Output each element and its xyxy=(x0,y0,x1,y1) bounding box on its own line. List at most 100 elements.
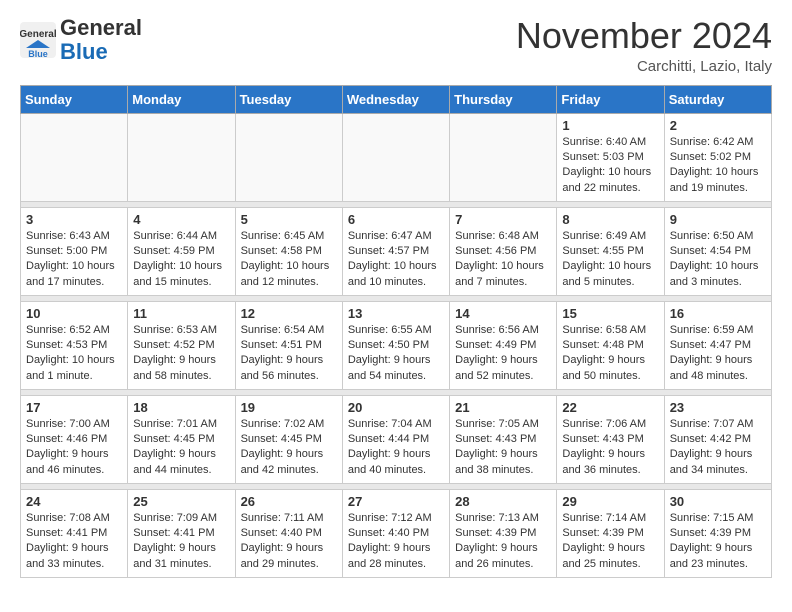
day-number-w3-d1: 18 xyxy=(133,400,229,415)
day-cell-w3-d1: 18 Sunrise: 7:01 AMSunset: 4:45 PMDayligh… xyxy=(128,395,235,483)
col-friday: Friday xyxy=(557,85,664,113)
month-title: November 2024 xyxy=(516,16,772,56)
day-cell-w2-d4: 14Sunrise: 6:56 AMSunset: 4:49 PMDayligh… xyxy=(450,301,557,389)
day-cell-w3-d6: 23 Sunrise: 7:07 AMSunset: 4:42 PMDayligh… xyxy=(664,395,771,483)
day-info-w2-d1: Sunrise: 6:53 AMSunset: 4:52 PMDaylight:… xyxy=(133,323,229,385)
svg-text:General: General xyxy=(20,29,56,40)
day-number-w3-d5: 22 xyxy=(562,400,658,415)
day-cell-w1-d6: 9Sunrise: 6:50 AMSunset: 4:54 PMDaylight… xyxy=(664,207,771,295)
day-info-w0-d5: Sunrise: 6:40 AMSunset: 5:03 PMDaylight:… xyxy=(562,135,658,197)
page: General Blue GeneralBlue November 2024 C… xyxy=(0,0,792,598)
day-info-w3-d1: Sunrise: 7:01 AMSunset: 4:45 PMDaylight:… xyxy=(133,417,229,479)
day-number-w3-d4: 21 xyxy=(455,400,551,415)
calendar-header-row: Sunday Monday Tuesday Wednesday Thursday… xyxy=(21,85,772,113)
week-row-0: 1 Sunrise: 6:40 AMSunset: 5:03 PMDaylight… xyxy=(21,113,772,201)
day-cell-w0-d1 xyxy=(128,113,235,201)
day-number-w1-d1: 4 xyxy=(133,212,229,227)
day-number-w1-d2: 5 xyxy=(241,212,337,227)
day-cell-w4-d0: 24Sunrise: 7:08 AMSunset: 4:41 PMDayligh… xyxy=(21,489,128,577)
day-info-w1-d2: Sunrise: 6:45 AMSunset: 4:58 PMDaylight:… xyxy=(241,229,337,291)
week-row-3: 17 Sunrise: 7:00 AMSunset: 4:46 PMDayligh… xyxy=(21,395,772,483)
day-cell-w0-d0 xyxy=(21,113,128,201)
day-number-w4-d3: 27 xyxy=(348,494,444,509)
day-info-w4-d2: Sunrise: 7:11 AMSunset: 4:40 PMDaylight:… xyxy=(241,511,337,573)
day-number-w2-d1: 11 xyxy=(133,306,229,321)
day-cell-w0-d3 xyxy=(342,113,449,201)
day-number-w4-d6: 30 xyxy=(670,494,766,509)
day-cell-w0-d6: 2 Sunrise: 6:42 AMSunset: 5:02 PMDaylight… xyxy=(664,113,771,201)
day-info-w2-d5: Sunrise: 6:58 AMSunset: 4:48 PMDaylight:… xyxy=(562,323,658,385)
day-cell-w4-d4: 28Sunrise: 7:13 AMSunset: 4:39 PMDayligh… xyxy=(450,489,557,577)
day-info-w3-d6: Sunrise: 7:07 AMSunset: 4:42 PMDaylight:… xyxy=(670,417,766,479)
day-info-w2-d3: Sunrise: 6:55 AMSunset: 4:50 PMDaylight:… xyxy=(348,323,444,385)
svg-text:Blue: Blue xyxy=(28,49,48,58)
day-info-w3-d2: Sunrise: 7:02 AMSunset: 4:45 PMDaylight:… xyxy=(241,417,337,479)
day-number-w0-d6: 2 xyxy=(670,118,766,133)
day-number-w1-d5: 8 xyxy=(562,212,658,227)
week-row-4: 24Sunrise: 7:08 AMSunset: 4:41 PMDayligh… xyxy=(21,489,772,577)
day-cell-w1-d2: 5 Sunrise: 6:45 AMSunset: 4:58 PMDaylight… xyxy=(235,207,342,295)
day-number-w0-d5: 1 xyxy=(562,118,658,133)
location: Carchitti, Lazio, Italy xyxy=(516,58,772,75)
week-row-1: 3 Sunrise: 6:43 AMSunset: 5:00 PMDaylight… xyxy=(21,207,772,295)
day-number-w3-d6: 23 xyxy=(670,400,766,415)
day-info-w2-d0: Sunrise: 6:52 AMSunset: 4:53 PMDaylight:… xyxy=(26,323,122,385)
day-number-w1-d4: 7 xyxy=(455,212,551,227)
day-cell-w4-d1: 25Sunrise: 7:09 AMSunset: 4:41 PMDayligh… xyxy=(128,489,235,577)
day-cell-w0-d2 xyxy=(235,113,342,201)
logo-icon: General Blue xyxy=(20,22,56,58)
day-number-w1-d0: 3 xyxy=(26,212,122,227)
col-wednesday: Wednesday xyxy=(342,85,449,113)
day-number-w4-d5: 29 xyxy=(562,494,658,509)
col-saturday: Saturday xyxy=(664,85,771,113)
day-cell-w4-d6: 30 Sunrise: 7:15 AMSunset: 4:39 PMDayligh… xyxy=(664,489,771,577)
day-cell-w1-d3: 6Sunrise: 6:47 AMSunset: 4:57 PMDaylight… xyxy=(342,207,449,295)
day-number-w3-d2: 19 xyxy=(241,400,337,415)
day-number-w4-d1: 25 xyxy=(133,494,229,509)
title-area: November 2024 Carchitti, Lazio, Italy xyxy=(516,16,772,75)
day-cell-w2-d6: 16 Sunrise: 6:59 AMSunset: 4:47 PMDayligh… xyxy=(664,301,771,389)
day-info-w2-d4: Sunrise: 6:56 AMSunset: 4:49 PMDaylight:… xyxy=(455,323,551,385)
day-cell-w3-d4: 21 Sunrise: 7:05 AMSunset: 4:43 PMDayligh… xyxy=(450,395,557,483)
day-cell-w0-d4 xyxy=(450,113,557,201)
day-number-w1-d3: 6 xyxy=(348,212,444,227)
day-info-w2-d6: Sunrise: 6:59 AMSunset: 4:47 PMDaylight:… xyxy=(670,323,766,385)
day-number-w1-d6: 9 xyxy=(670,212,766,227)
day-cell-w1-d4: 7Sunrise: 6:48 AMSunset: 4:56 PMDaylight… xyxy=(450,207,557,295)
week-row-2: 10 Sunrise: 6:52 AMSunset: 4:53 PMDayligh… xyxy=(21,301,772,389)
day-cell-w1-d1: 4 Sunrise: 6:44 AMSunset: 4:59 PMDaylight… xyxy=(128,207,235,295)
day-info-w3-d0: Sunrise: 7:00 AMSunset: 4:46 PMDaylight:… xyxy=(26,417,122,479)
day-number-w3-d0: 17 xyxy=(26,400,122,415)
day-number-w2-d6: 16 xyxy=(670,306,766,321)
logo-area: General Blue GeneralBlue xyxy=(20,16,142,64)
day-info-w0-d6: Sunrise: 6:42 AMSunset: 5:02 PMDaylight:… xyxy=(670,135,766,197)
header: General Blue GeneralBlue November 2024 C… xyxy=(20,16,772,75)
day-cell-w3-d2: 19 Sunrise: 7:02 AMSunset: 4:45 PMDayligh… xyxy=(235,395,342,483)
day-cell-w1-d0: 3 Sunrise: 6:43 AMSunset: 5:00 PMDaylight… xyxy=(21,207,128,295)
day-cell-w2-d3: 13Sunrise: 6:55 AMSunset: 4:50 PMDayligh… xyxy=(342,301,449,389)
day-number-w2-d0: 10 xyxy=(26,306,122,321)
day-number-w4-d4: 28 xyxy=(455,494,551,509)
calendar: Sunday Monday Tuesday Wednesday Thursday… xyxy=(20,85,772,578)
day-number-w3-d3: 20 xyxy=(348,400,444,415)
day-number-w4-d0: 24 xyxy=(26,494,122,509)
day-cell-w2-d2: 12 Sunrise: 6:54 AMSunset: 4:51 PMDayligh… xyxy=(235,301,342,389)
day-info-w1-d0: Sunrise: 6:43 AMSunset: 5:00 PMDaylight:… xyxy=(26,229,122,291)
day-cell-w3-d5: 22Sunrise: 7:06 AMSunset: 4:43 PMDayligh… xyxy=(557,395,664,483)
col-tuesday: Tuesday xyxy=(235,85,342,113)
day-cell-w1-d5: 8Sunrise: 6:49 AMSunset: 4:55 PMDaylight… xyxy=(557,207,664,295)
day-cell-w4-d2: 26 Sunrise: 7:11 AMSunset: 4:40 PMDayligh… xyxy=(235,489,342,577)
col-monday: Monday xyxy=(128,85,235,113)
day-cell-w0-d5: 1 Sunrise: 6:40 AMSunset: 5:03 PMDaylight… xyxy=(557,113,664,201)
day-info-w2-d2: Sunrise: 6:54 AMSunset: 4:51 PMDaylight:… xyxy=(241,323,337,385)
col-thursday: Thursday xyxy=(450,85,557,113)
day-info-w4-d3: Sunrise: 7:12 AMSunset: 4:40 PMDaylight:… xyxy=(348,511,444,573)
day-cell-w3-d0: 17 Sunrise: 7:00 AMSunset: 4:46 PMDayligh… xyxy=(21,395,128,483)
logo-text: GeneralBlue xyxy=(60,16,142,64)
day-info-w1-d1: Sunrise: 6:44 AMSunset: 4:59 PMDaylight:… xyxy=(133,229,229,291)
day-info-w4-d6: Sunrise: 7:15 AMSunset: 4:39 PMDaylight:… xyxy=(670,511,766,573)
day-number-w2-d2: 12 xyxy=(241,306,337,321)
day-number-w4-d2: 26 xyxy=(241,494,337,509)
day-info-w3-d4: Sunrise: 7:05 AMSunset: 4:43 PMDaylight:… xyxy=(455,417,551,479)
day-info-w3-d3: Sunrise: 7:04 AMSunset: 4:44 PMDaylight:… xyxy=(348,417,444,479)
